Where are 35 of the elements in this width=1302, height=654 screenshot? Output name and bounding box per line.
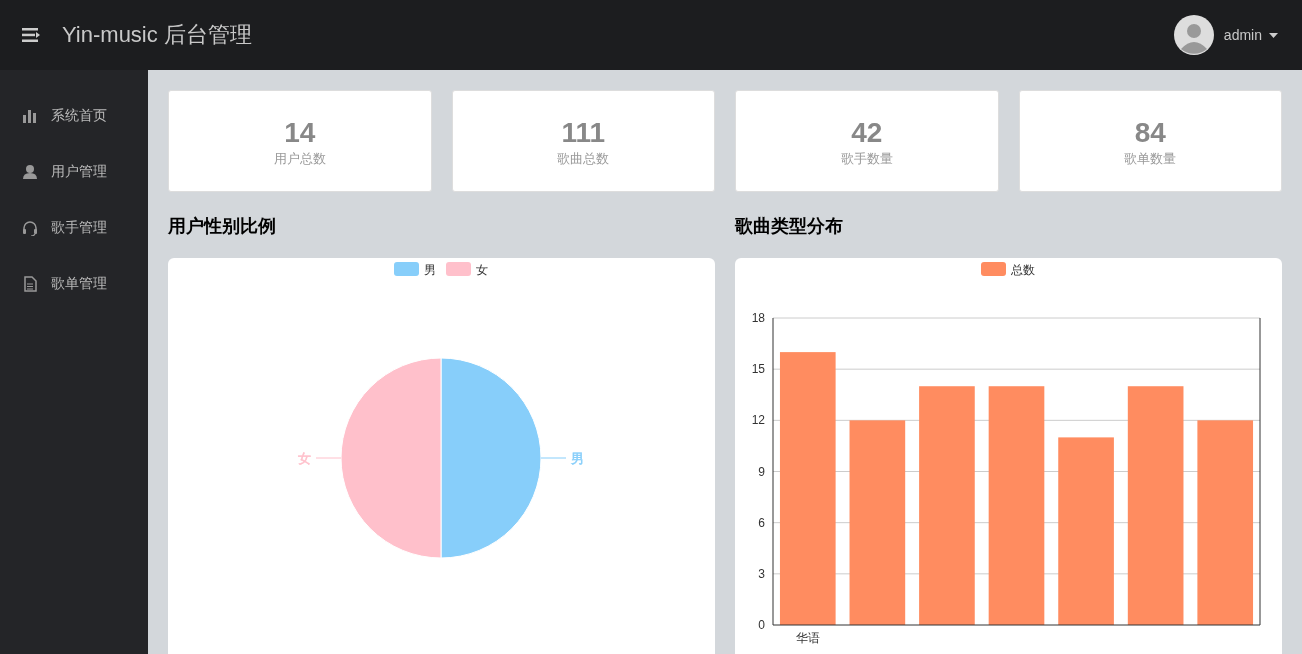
axis-tick-label: 6 (758, 515, 765, 530)
stat-value: 84 (1134, 118, 1166, 148)
axis-tick-label: 3 (758, 566, 765, 581)
document-icon (22, 276, 38, 292)
stat-label: 歌单数量 (1124, 150, 1177, 168)
section-title: 歌曲类型分布 (735, 215, 844, 238)
stat-label: 歌曲总数 (557, 150, 610, 168)
headset-icon (22, 220, 38, 236)
sidebar-item[interactable]: 用户管理 (0, 144, 148, 200)
stat-value: 111 (561, 118, 606, 148)
axis-category-label: 华语 (795, 631, 820, 645)
legend-label: 总数 (1010, 263, 1035, 277)
stat-label: 用户总数 (273, 150, 326, 168)
stat-value: 42 (851, 118, 883, 148)
axis-tick-label: 18 (751, 311, 765, 325)
bar-chart-icon (22, 108, 38, 124)
avatar-icon[interactable] (1173, 15, 1214, 55)
caret-icon[interactable] (1269, 32, 1278, 38)
axis-tick-label: 12 (751, 413, 765, 428)
slice-label: 男 (571, 451, 584, 466)
slice-label: 女 (298, 451, 311, 466)
user-icon (22, 164, 38, 180)
legend-item[interactable]: 总数 (981, 262, 1035, 277)
sidebar-item[interactable]: 歌单管理 (0, 256, 148, 312)
axis-tick-label: 9 (758, 464, 765, 479)
menu-icon[interactable] (22, 28, 40, 42)
section-title: 用户性别比例 (168, 215, 277, 238)
stat-value: 14 (284, 118, 316, 148)
stat-label: 歌手数量 (840, 150, 893, 168)
app-title: Yin-music 后台管理 (62, 21, 252, 49)
axis-tick-label: 0 (758, 618, 765, 632)
sidebar-item[interactable]: 系统首页 (0, 88, 148, 144)
user-menu[interactable]: admin (1223, 27, 1262, 43)
sidebar-item[interactable]: 歌手管理 (0, 200, 148, 256)
axis-tick-label: 15 (751, 362, 765, 377)
